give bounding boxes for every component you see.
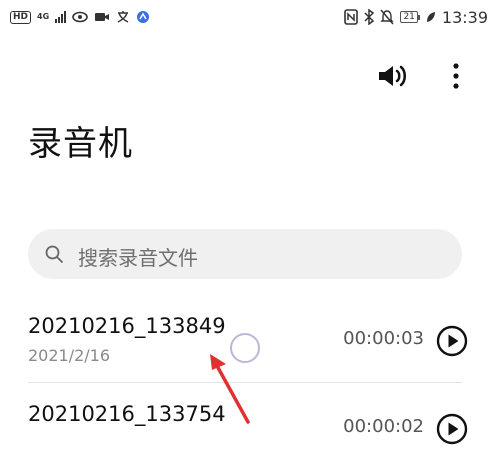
search-box[interactable]: 搜索录音文件	[28, 229, 462, 279]
app-notification-icon	[137, 11, 150, 23]
page-title: 录音机	[28, 124, 133, 164]
bluetooth-icon	[364, 9, 375, 25]
translate-icon	[117, 11, 129, 23]
speaker-icon	[379, 65, 406, 87]
recording-duration: 00:00:03	[343, 328, 424, 349]
play-button[interactable]	[436, 413, 468, 445]
status-right: 21 13:39	[344, 7, 488, 27]
mute-bell-icon	[380, 9, 395, 25]
nfc-icon	[344, 9, 359, 25]
network-type-icon: 4G	[37, 13, 49, 21]
leaf-icon	[426, 12, 435, 22]
search-placeholder: 搜索录音文件	[78, 246, 198, 270]
recording-date: 2021/2/16	[28, 346, 111, 365]
more-options-button[interactable]	[444, 60, 468, 92]
search-icon	[45, 245, 63, 263]
clock: 13:39	[441, 7, 488, 27]
status-left: HD 4G	[10, 8, 150, 26]
more-vertical-icon	[453, 63, 459, 89]
eye-icon	[72, 11, 88, 23]
signal-icon	[55, 11, 67, 23]
recording-name: 20210216_133754	[28, 402, 226, 426]
video-icon	[95, 13, 110, 21]
annotation-arrow-icon	[210, 354, 250, 424]
recording-name: 20210216_133849	[28, 314, 226, 338]
hd-badge-icon: HD	[10, 10, 32, 24]
battery-icon: 21	[400, 11, 420, 23]
battery-level: 21	[400, 11, 418, 23]
network-type-label: 4G	[37, 12, 50, 21]
speaker-button[interactable]	[375, 60, 415, 92]
status-bar: HD 4G 21 13:39	[0, 0, 500, 34]
play-button[interactable]	[436, 325, 468, 357]
